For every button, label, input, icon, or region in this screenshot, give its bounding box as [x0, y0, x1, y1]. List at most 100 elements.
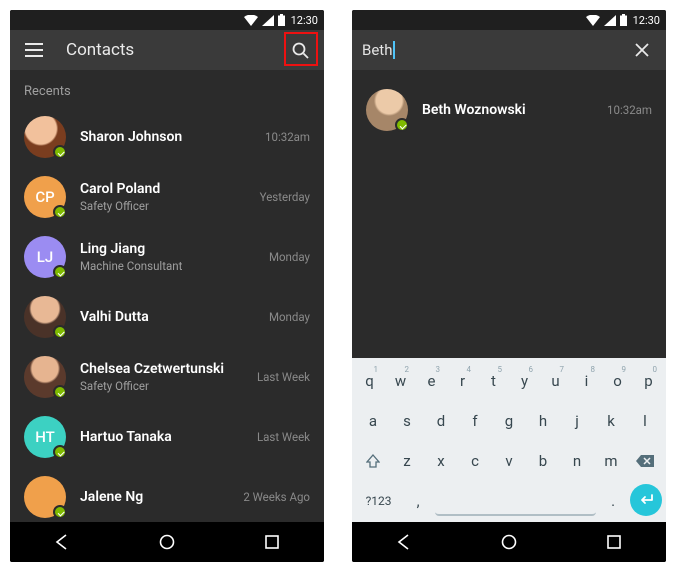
contact-row[interactable]: Sharon Johnson10:32am — [10, 107, 324, 167]
back-icon — [53, 533, 71, 551]
shift-icon — [366, 454, 380, 468]
nav-back-button[interactable] — [390, 528, 418, 556]
key-i[interactable]: i8 — [573, 364, 600, 398]
status-time: 12:30 — [291, 14, 318, 27]
contact-time: Monday — [269, 310, 310, 324]
key-c[interactable]: c — [460, 444, 490, 478]
home-icon — [158, 533, 176, 551]
key-superscript: 3 — [436, 365, 441, 374]
wifi-icon — [586, 15, 600, 26]
key-j[interactable]: j — [562, 404, 592, 438]
key-y[interactable]: y6 — [511, 364, 538, 398]
presence-available-icon — [53, 445, 67, 459]
contact-row[interactable]: Chelsea CzetwertunskiSafety OfficerLast … — [10, 347, 324, 407]
battery-icon — [620, 14, 627, 26]
key-a[interactable]: a — [358, 404, 388, 438]
key-n[interactable]: n — [562, 444, 592, 478]
avatar: CP — [24, 176, 66, 218]
presence-available-icon — [53, 505, 67, 519]
wifi-icon — [244, 15, 258, 26]
contact-time: Yesterday — [260, 190, 310, 204]
contact-text: Jalene Ng — [80, 489, 229, 505]
key-shift[interactable] — [358, 444, 388, 478]
clear-search-button[interactable] — [628, 36, 656, 64]
contact-name: Carol Poland — [80, 181, 246, 197]
page-title: Contacts — [66, 40, 268, 60]
presence-available-icon — [53, 265, 67, 279]
contact-name: Jalene Ng — [80, 489, 229, 505]
nav-back-button[interactable] — [48, 528, 76, 556]
key-h[interactable]: h — [528, 404, 558, 438]
key-o[interactable]: o9 — [604, 364, 631, 398]
contact-text: Carol PolandSafety Officer — [80, 181, 246, 213]
key-space[interactable] — [435, 486, 596, 516]
key-superscript: 0 — [653, 365, 658, 374]
home-icon — [500, 533, 518, 551]
search-input[interactable]: Beth — [362, 41, 620, 59]
contact-time: Monday — [269, 250, 310, 264]
key-e[interactable]: e3 — [418, 364, 445, 398]
section-header-recents: Recents — [10, 70, 324, 107]
key-t[interactable]: t5 — [480, 364, 507, 398]
backspace-icon — [635, 454, 655, 468]
presence-available-icon — [53, 385, 67, 399]
nav-home-button[interactable] — [153, 528, 181, 556]
key-z[interactable]: z — [392, 444, 422, 478]
key-f[interactable]: f — [460, 404, 490, 438]
keyboard-row-3: zxcvbnm — [356, 444, 662, 478]
nav-recents-button[interactable] — [258, 528, 286, 556]
presence-available-icon — [395, 118, 409, 132]
key-k[interactable]: k — [596, 404, 626, 438]
key-g[interactable]: g — [494, 404, 524, 438]
key-backspace[interactable] — [630, 444, 660, 478]
contact-time: Last Week — [257, 430, 310, 444]
keyboard-row-2: asdfghjkl — [356, 404, 662, 438]
key-enter[interactable] — [630, 484, 662, 516]
search-result-row[interactable]: Beth Woznowski 10:32am — [352, 80, 666, 140]
key-d[interactable]: d — [426, 404, 456, 438]
contact-text: Beth Woznowski — [422, 102, 593, 118]
presence-available-icon — [53, 205, 67, 219]
key-x[interactable]: x — [426, 444, 456, 478]
keyboard-row-1: q1w2e3r4t5y6u7i8o9p0 — [356, 364, 662, 398]
search-results: Beth Woznowski 10:32am — [352, 70, 666, 150]
contact-text: Valhi Dutta — [80, 309, 255, 325]
key-superscript: 4 — [467, 365, 472, 374]
key-superscript: 7 — [560, 365, 565, 374]
contact-list[interactable]: Sharon Johnson10:32am CP Carol PolandSafet… — [10, 107, 324, 522]
recents-icon — [606, 534, 622, 550]
nav-home-button[interactable] — [495, 528, 523, 556]
key-period[interactable]: . — [600, 484, 626, 518]
back-icon — [395, 533, 413, 551]
enter-icon — [638, 493, 654, 507]
key-comma[interactable]: , — [405, 484, 431, 518]
key-v[interactable]: v — [494, 444, 524, 478]
key-q[interactable]: q1 — [356, 364, 383, 398]
contact-row[interactable]: Valhi Dutta Monday — [10, 287, 324, 347]
status-time: 12:30 — [633, 14, 660, 27]
key-m[interactable]: m — [596, 444, 626, 478]
contact-row[interactable]: HT Hartuo Tanaka Last Week — [10, 407, 324, 467]
key-s[interactable]: s — [392, 404, 422, 438]
key-p[interactable]: p0 — [635, 364, 662, 398]
contact-row[interactable]: LJLing JiangMachine ConsultantMonday — [10, 227, 324, 287]
key-superscript: 5 — [498, 365, 503, 374]
key-u[interactable]: u7 — [542, 364, 569, 398]
contact-row[interactable]: Jalene Ng2 Weeks Ago — [10, 467, 324, 522]
contact-text: Ling JiangMachine Consultant — [80, 241, 255, 273]
hamburger-icon — [25, 43, 43, 57]
avatar: HT — [24, 416, 66, 458]
menu-button[interactable] — [20, 36, 48, 64]
key-r[interactable]: r4 — [449, 364, 476, 398]
app-bar: Contacts — [10, 30, 324, 70]
key-superscript: 2 — [405, 365, 410, 374]
key-symbols[interactable]: ?123 — [356, 484, 401, 518]
key-w[interactable]: w2 — [387, 364, 414, 398]
presence-available-icon — [53, 145, 67, 159]
key-b[interactable]: b — [528, 444, 558, 478]
contact-subtitle: Machine Consultant — [80, 259, 255, 273]
contact-text: Hartuo Tanaka — [80, 429, 243, 445]
key-l[interactable]: l — [630, 404, 660, 438]
contact-row[interactable]: CP Carol PolandSafety Officer Yesterday — [10, 167, 324, 227]
nav-recents-button[interactable] — [600, 528, 628, 556]
